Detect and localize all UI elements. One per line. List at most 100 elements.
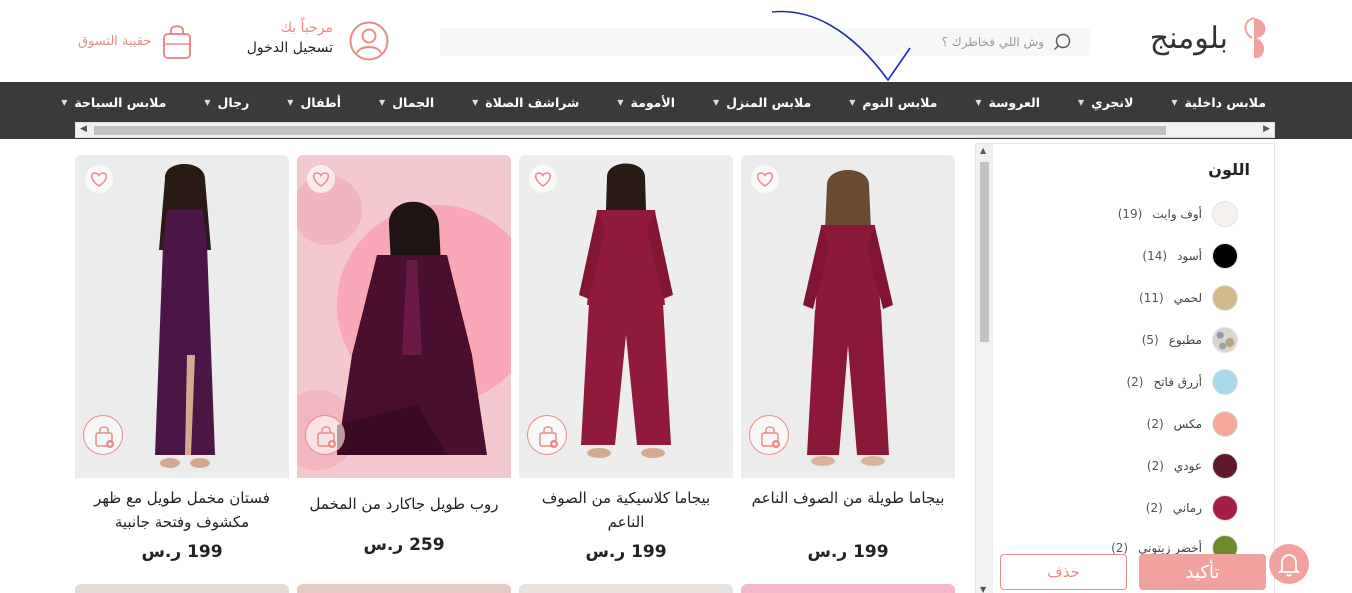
scroll-left-icon[interactable]: ◀ bbox=[80, 124, 87, 134]
color-name: أزرق فاتح bbox=[1153, 375, 1202, 389]
add-to-cart-button[interactable] bbox=[305, 415, 345, 455]
nav-items: ملابس داخلية ▼ لانجري ▼ العروسة ▼ ملابس الن… bbox=[23, 82, 1266, 122]
nav-item-prayer[interactable]: شراشف الصلاة ▼ bbox=[472, 95, 579, 110]
chevron-down-icon: ▼ bbox=[204, 97, 211, 107]
user-avatar-icon[interactable] bbox=[349, 21, 389, 61]
color-option-nude[interactable]: لحمي (11) bbox=[1139, 284, 1238, 312]
scrollbar-thumb[interactable] bbox=[980, 162, 989, 342]
color-name: لحمي bbox=[1173, 291, 1202, 305]
product-card-next bbox=[741, 584, 955, 593]
nav-item-label: ملابس النوم bbox=[862, 94, 938, 110]
nav-item-maternity[interactable]: الأمومة ▼ bbox=[617, 95, 675, 110]
nav-item-kids[interactable]: أطفال ▼ bbox=[287, 95, 341, 110]
add-to-cart-button[interactable] bbox=[527, 415, 567, 455]
heart-icon[interactable] bbox=[750, 164, 780, 194]
scroll-down-icon[interactable]: ▼ bbox=[980, 585, 986, 593]
account-menu[interactable]: مرحباً بك تسجيل الدخول bbox=[237, 18, 389, 66]
color-swatch bbox=[1212, 243, 1238, 269]
add-to-cart-button[interactable] bbox=[749, 415, 789, 455]
delete-button[interactable]: حذف bbox=[1000, 554, 1127, 590]
color-name: أسود bbox=[1177, 249, 1202, 263]
color-name: أخضر زيتوني bbox=[1138, 541, 1202, 555]
product-title[interactable]: روب طويل جاكارد من المخمل bbox=[297, 478, 511, 516]
color-name: عودي bbox=[1173, 459, 1202, 473]
color-swatch bbox=[1212, 327, 1238, 353]
color-option-mix[interactable]: مكس (2) bbox=[1147, 410, 1238, 438]
color-option-oud[interactable]: عودي (2) bbox=[1147, 452, 1238, 480]
add-to-bag-icon bbox=[95, 426, 114, 448]
product-card-next bbox=[75, 584, 289, 593]
scroll-up-icon[interactable]: ▲ bbox=[980, 146, 986, 155]
chevron-down-icon: ▼ bbox=[713, 97, 720, 107]
product-card[interactable]: روب طويل جاكارد من المخمل 259 ر.س bbox=[297, 155, 511, 575]
color-option-off-white[interactable]: أوف وايت (19) bbox=[1118, 200, 1238, 228]
chevron-down-icon: ▼ bbox=[1171, 97, 1178, 107]
nav-item-label: الأمومة bbox=[630, 94, 676, 110]
nav-item-beauty[interactable]: الجمال ▼ bbox=[379, 95, 434, 110]
color-option-printed[interactable]: مطبوع (5) bbox=[1142, 326, 1238, 354]
nav-item-label: ملابس السباحة bbox=[74, 94, 167, 110]
notification-button[interactable] bbox=[1269, 544, 1309, 584]
color-count: (11) bbox=[1139, 291, 1164, 305]
product-price: 259 ر.س bbox=[363, 535, 445, 555]
product-price: 199 ر.س bbox=[141, 542, 223, 562]
add-to-cart-button[interactable] bbox=[83, 415, 123, 455]
heart-icon[interactable] bbox=[528, 164, 558, 194]
product-title[interactable]: بيجاما طويلة من الصوف الناعم bbox=[741, 478, 955, 510]
color-count: (19) bbox=[1117, 207, 1143, 221]
search-bar[interactable] bbox=[440, 28, 1090, 56]
chevron-down-icon: ▼ bbox=[1077, 97, 1085, 107]
add-to-bag-icon bbox=[761, 426, 780, 448]
page: بلومنج مرحباً بك تسجيل الدخول bbox=[0, 0, 1352, 593]
product-info: روب طويل جاكارد من المخمل bbox=[297, 478, 511, 575]
chevron-down-icon: ▼ bbox=[849, 97, 856, 107]
chevron-down-icon: ▼ bbox=[975, 97, 982, 107]
account-greeting: مرحباً بك bbox=[280, 20, 333, 36]
shopping-bag-icon[interactable] bbox=[161, 22, 193, 60]
product-card-next bbox=[297, 584, 511, 593]
color-option-light-blue[interactable]: أزرق فاتح (2) bbox=[1126, 368, 1238, 396]
scroll-right-icon[interactable]: ▶ bbox=[1263, 124, 1270, 134]
add-to-bag-icon bbox=[539, 426, 558, 448]
color-count: (2) bbox=[1146, 459, 1164, 473]
butterfly-logo-icon bbox=[1244, 17, 1266, 59]
product-card[interactable]: بيجاما طويلة من الصوف الناعم 199 ر.س bbox=[741, 155, 955, 575]
heart-icon[interactable] bbox=[306, 164, 336, 194]
color-count: (2) bbox=[1146, 417, 1164, 431]
nav-item-underwear[interactable]: ملابس داخلية ▼ bbox=[1171, 95, 1266, 110]
nav-item-swimwear[interactable]: ملابس السباحة ▼ bbox=[61, 95, 166, 110]
color-count: (2) bbox=[1145, 501, 1163, 515]
scrollbar-thumb[interactable] bbox=[94, 126, 1166, 135]
color-swatch bbox=[1212, 411, 1238, 437]
color-swatch bbox=[1212, 495, 1238, 521]
filter-vertical-scrollbar[interactable]: ▲ ▼ bbox=[976, 144, 993, 593]
nav-item-lingerie[interactable]: لانجري ▼ bbox=[1078, 95, 1133, 110]
confirm-button[interactable]: تأكيد bbox=[1139, 554, 1266, 590]
nav-item-homewear[interactable]: ملابس المنزل ▼ bbox=[713, 95, 811, 110]
nav-item-label: شراشف الصلاة bbox=[485, 94, 580, 110]
login-link[interactable]: تسجيل الدخول bbox=[247, 40, 333, 56]
product-card[interactable]: فستان مخمل طويل مع ظهر مكشوف وفتحة جانبي… bbox=[75, 155, 289, 575]
color-swatch bbox=[1212, 369, 1238, 395]
nav-item-sleepwear[interactable]: ملابس النوم ▼ bbox=[849, 95, 937, 110]
color-swatch bbox=[1212, 285, 1238, 311]
search-icon[interactable] bbox=[1052, 32, 1072, 52]
product-title[interactable]: فستان مخمل طويل مع ظهر مكشوف وفتحة جانبي… bbox=[75, 478, 289, 534]
color-count: (2) bbox=[1111, 541, 1129, 555]
brand-logo[interactable]: بلومنج bbox=[1150, 14, 1270, 62]
chevron-down-icon: ▼ bbox=[61, 97, 68, 107]
nav-item-label: العروسة bbox=[988, 94, 1040, 110]
shopping-bag[interactable]: حقيبة التسوق bbox=[78, 22, 193, 60]
color-count: (2) bbox=[1126, 375, 1144, 389]
color-option-pomegranate[interactable]: رماني (2) bbox=[1146, 494, 1238, 522]
product-title[interactable]: بيجاما كلاسيكية من الصوف الناعم bbox=[519, 478, 733, 534]
nav-horizontal-scrollbar[interactable]: ◀ ▶ bbox=[75, 122, 1275, 138]
nav-item-label: رجال bbox=[217, 94, 250, 110]
product-card[interactable]: بيجاما كلاسيكية من الصوف الناعم 199 ر.س bbox=[519, 155, 733, 575]
nav-item-bride[interactable]: العروسة ▼ bbox=[975, 95, 1040, 110]
search-input[interactable] bbox=[744, 35, 1044, 49]
nav-item-label: الجمال bbox=[392, 94, 435, 110]
color-option-black[interactable]: أسود (14) bbox=[1142, 242, 1238, 270]
heart-icon[interactable] bbox=[84, 164, 114, 194]
nav-item-men[interactable]: رجال ▼ bbox=[204, 95, 249, 110]
